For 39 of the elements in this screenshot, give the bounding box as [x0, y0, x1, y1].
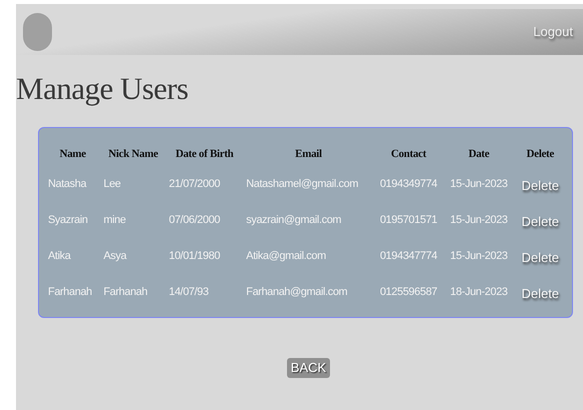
- table-cell-text: 15-Jun-2023: [449, 248, 509, 264]
- table-cell-text: 15-Jun-2023: [449, 176, 509, 192]
- table-cell-text: mine: [102, 212, 127, 228]
- table-cell-text: 0125596587: [378, 284, 438, 300]
- table-cell-text: syazrain@gmail.com: [245, 212, 342, 228]
- page-title: Manage Users: [16, 73, 190, 104]
- table-cell-text: Atika: [47, 248, 72, 264]
- table-cell-text: 0194347774: [378, 248, 438, 264]
- table-cell-text: Syazrain: [47, 212, 89, 228]
- table-cell-text: Asya: [102, 248, 128, 264]
- back-button[interactable]: BACK: [286, 358, 330, 378]
- column-header: Nick Name: [107, 146, 159, 162]
- table-cell-text: 21/07/2000: [168, 176, 221, 192]
- table-cell-text: 07/06/2000: [168, 212, 221, 228]
- logo-icon: [23, 13, 52, 51]
- table-cell-text: 0194349774: [378, 176, 438, 192]
- column-header: Email: [294, 146, 323, 162]
- delete-button[interactable]: Delete: [514, 248, 566, 268]
- table-cell-text: Farhanah: [47, 284, 93, 300]
- table-cell-text: 18-Jun-2023: [449, 284, 509, 300]
- table-cell-text: Natashamel@gmail.com: [245, 176, 360, 192]
- column-header: Contact: [390, 146, 428, 162]
- table-cell-text: 15-Jun-2023: [449, 212, 509, 228]
- table-cell-text: Atika@gmail.com: [245, 248, 327, 264]
- table-cell-text: 14/07/93: [168, 284, 210, 300]
- delete-button[interactable]: Delete: [514, 284, 566, 304]
- column-header: Name: [58, 146, 87, 162]
- column-header: Date of Birth: [174, 146, 234, 162]
- column-header: Date: [467, 146, 490, 162]
- table-cell-text: Farhanah@gmail.com: [245, 284, 348, 300]
- table-cell-text: 10/01/1980: [168, 248, 221, 264]
- table-cell-text: Farhanah: [102, 284, 148, 300]
- table-cell-text: Natasha: [47, 176, 88, 192]
- table-cell-text: 0195701571: [378, 212, 438, 228]
- delete-button[interactable]: Delete: [514, 176, 566, 196]
- logout-link[interactable]: Logout: [533, 22, 573, 42]
- column-header: Delete: [525, 146, 555, 162]
- table-cell-text: Lee: [102, 176, 122, 192]
- delete-button[interactable]: Delete: [514, 212, 566, 232]
